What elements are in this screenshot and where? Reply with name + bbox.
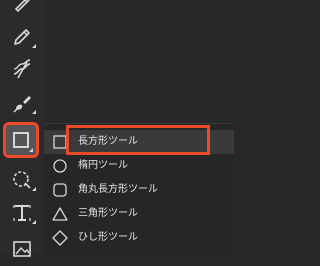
tool-type[interactable] — [0, 196, 44, 230]
tool-pen[interactable] — [0, 0, 44, 20]
pencil-icon — [11, 26, 33, 48]
rectangle-icon — [52, 134, 68, 150]
tool-elliptical-selection[interactable] — [0, 163, 44, 197]
menu-item-label: 角丸長方形ツール — [78, 184, 158, 195]
image-icon — [12, 239, 32, 259]
tool-image[interactable] — [0, 232, 44, 266]
tool-mixer-brush[interactable] — [0, 52, 44, 86]
menu-item-label: 長方形ツール — [78, 136, 138, 147]
menu-item-ellipse-tool[interactable]: 楕円ツール — [44, 154, 234, 178]
diamond-icon — [52, 230, 68, 246]
shape-tools-flyout-menu: 長方形ツール 楕円ツール 角丸長方形ツール 三角形ツール ひし形ツール — [44, 123, 234, 254]
submenu-indicator-icon — [32, 187, 36, 191]
tools-panel — [0, 0, 44, 257]
ellipse-icon — [52, 158, 68, 174]
triangle-icon — [52, 206, 68, 222]
menu-item-triangle-tool[interactable]: 三角形ツール — [44, 202, 234, 226]
tool-brush[interactable] — [0, 86, 44, 120]
menu-item-rounded-rectangle-tool[interactable]: 角丸長方形ツール — [44, 178, 234, 202]
rectangle-tool-icon — [12, 131, 30, 149]
type-tool-icon — [11, 202, 33, 224]
tool-rectangle[interactable] — [3, 122, 39, 158]
menu-item-label: 三角形ツール — [78, 208, 138, 219]
submenu-indicator-icon — [29, 148, 33, 152]
brush-icon — [11, 92, 33, 114]
tool-pencil[interactable] — [0, 20, 44, 54]
menu-item-label: 楕円ツール — [78, 160, 128, 171]
submenu-indicator-icon — [32, 220, 36, 224]
pen-icon — [12, 0, 32, 13]
menu-item-diamond-tool[interactable]: ひし形ツール — [44, 226, 234, 250]
submenu-indicator-icon — [32, 44, 36, 48]
menu-item-rectangle-tool[interactable]: 長方形ツール — [44, 130, 234, 154]
rounded-rectangle-icon — [52, 182, 68, 198]
mixer-brush-icon — [11, 58, 33, 80]
menu-item-label: ひし形ツール — [78, 232, 138, 243]
submenu-indicator-icon — [32, 110, 36, 114]
lasso-ellipse-icon — [11, 169, 33, 191]
